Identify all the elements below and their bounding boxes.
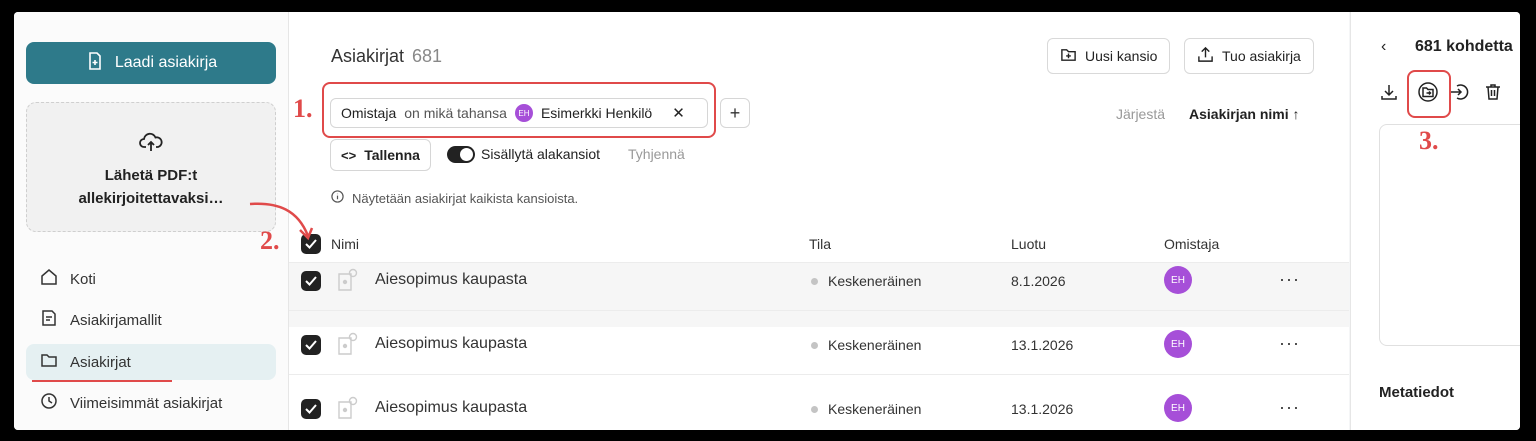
- template-icon: [40, 309, 58, 331]
- document-icon: [335, 332, 361, 358]
- more-options-icon[interactable]: ···: [1279, 333, 1300, 354]
- upload-line-2: allekirjoitettavaksi…: [78, 190, 224, 207]
- row-checkbox[interactable]: [301, 399, 321, 419]
- send-icon[interactable]: [1449, 82, 1471, 104]
- new-document-icon: [85, 51, 105, 76]
- document-date: 8.1.2026: [1011, 273, 1066, 289]
- documents-panel: Asiakirjat 681 Uusi kansio Tuo asiakirja …: [289, 12, 1349, 430]
- document-date: 13.1.2026: [1011, 337, 1074, 353]
- folder-icon: [40, 351, 58, 373]
- filter-value: Esimerkki Henkilö: [540, 105, 653, 121]
- sidebar-item-home[interactable]: Koti: [26, 261, 276, 297]
- sort-label: Järjestä: [1116, 106, 1166, 122]
- owner-avatar: EH: [1164, 394, 1192, 422]
- sort-dropdown[interactable]: Asiakirjan nimi ↑: [1189, 106, 1299, 122]
- document-name[interactable]: Aiesopimus kaupasta: [375, 399, 527, 417]
- move-to-folder-icon[interactable]: [1418, 82, 1440, 104]
- create-document-label: Laadi asiakirja: [114, 54, 218, 71]
- selection-panel: ‹ 681 kohdetta Metatiedot: [1350, 12, 1520, 430]
- document-date: 13.1.2026: [1011, 401, 1074, 417]
- row-checkbox[interactable]: [301, 271, 321, 291]
- column-header-owner[interactable]: Omistaja: [1164, 236, 1219, 252]
- document-status: Keskeneräinen: [811, 337, 921, 353]
- column-header-created[interactable]: Luotu: [1011, 236, 1046, 252]
- document-status: Keskeneräinen: [811, 401, 921, 417]
- row-checkbox[interactable]: [301, 335, 321, 355]
- sidebar-item-label: Koti: [70, 270, 96, 288]
- sidebar-item-label: Asiakirjamallit: [70, 311, 162, 329]
- annotation-step-3: 3.: [1419, 126, 1439, 155]
- owner-filter-chip[interactable]: Omistaja on mikä tahansa EH Esimerkki He…: [330, 98, 708, 128]
- filter-field: Omistaja: [341, 105, 397, 121]
- sidebar-item-documents[interactable]: Asiakirjat: [26, 344, 276, 380]
- annotation-step-1: 1.: [293, 94, 313, 123]
- sidebar-item-recent[interactable]: Viimeisimmät asiakirjat: [26, 385, 276, 421]
- upload-line-1: Lähetä PDF:t: [104, 167, 198, 184]
- home-icon: [40, 268, 58, 290]
- code-icon: <>: [341, 147, 357, 163]
- include-subfolders-label: Sisällytä alakansiot: [481, 146, 601, 162]
- folder-plus-icon: [1060, 46, 1077, 66]
- active-underline-annotation: [32, 380, 172, 382]
- create-document-button[interactable]: Laadi asiakirja: [26, 42, 276, 84]
- document-preview: [1379, 124, 1520, 346]
- column-header-status[interactable]: Tila: [809, 236, 831, 252]
- close-icon[interactable]: ✕: [672, 104, 685, 122]
- document-status: Keskeneräinen: [811, 273, 921, 289]
- document-icon: [335, 396, 361, 422]
- include-subfolders-toggle[interactable]: [447, 146, 475, 163]
- owner-avatar: EH: [1164, 330, 1192, 358]
- add-filter-button[interactable]: +: [720, 98, 750, 128]
- owner-avatar: EH: [1164, 266, 1192, 294]
- filter-operator: on mikä tahansa: [404, 105, 507, 121]
- info-message: Näytetään asiakirjat kaikista kansioista…: [331, 190, 578, 206]
- document-count: 681: [412, 46, 443, 66]
- document-name[interactable]: Aiesopimus kaupasta: [375, 271, 527, 289]
- download-icon[interactable]: [1379, 82, 1401, 104]
- table-row[interactable]: Aiesopimus kaupasta Keskeneräinen 13.1.2…: [289, 374, 1349, 430]
- save-filter-button[interactable]: <> Tallenna: [330, 139, 431, 171]
- upload-icon: [1197, 46, 1214, 66]
- status-dot-icon: [811, 405, 818, 413]
- sidebar-item-templates[interactable]: Asiakirjamallit: [26, 302, 276, 338]
- owner-avatar-small: EH: [514, 104, 533, 122]
- more-options-icon[interactable]: ···: [1279, 269, 1300, 290]
- column-header-name[interactable]: Nimi: [331, 236, 359, 252]
- cloud-upload-icon: [27, 131, 275, 158]
- sidebar-item-label: Asiakirjat: [70, 353, 131, 371]
- status-dot-icon: [811, 277, 818, 285]
- trash-icon[interactable]: [1483, 82, 1505, 104]
- app-window: Laadi asiakirja Lähetä PDF:t allekirjoit…: [14, 12, 1520, 430]
- sidebar-item-label: Viimeisimmät asiakirjat: [70, 394, 223, 412]
- table-row[interactable]: Aiesopimus kaupasta Keskeneräinen 13.1.2…: [289, 310, 1349, 375]
- clear-filters-link[interactable]: Tyhjennä: [628, 146, 685, 162]
- metadata-heading: Metatiedot: [1379, 384, 1454, 401]
- annotation-arrow: [249, 202, 314, 241]
- selection-title: 681 kohdetta: [1415, 38, 1513, 55]
- document-name[interactable]: Aiesopimus kaupasta: [375, 335, 527, 353]
- status-dot-icon: [811, 341, 818, 349]
- page-title: Asiakirjat 681: [331, 46, 443, 66]
- new-folder-button[interactable]: Uusi kansio: [1047, 38, 1171, 74]
- clock-icon: [40, 392, 58, 414]
- document-icon: [335, 268, 361, 294]
- more-options-icon[interactable]: ···: [1279, 397, 1300, 418]
- back-chevron-icon[interactable]: ‹: [1381, 38, 1386, 56]
- upload-pdf-dropzone[interactable]: Lähetä PDF:t allekirjoitettavaksi…: [26, 102, 276, 232]
- info-icon: [331, 190, 344, 206]
- import-document-button[interactable]: Tuo asiakirja: [1184, 38, 1314, 74]
